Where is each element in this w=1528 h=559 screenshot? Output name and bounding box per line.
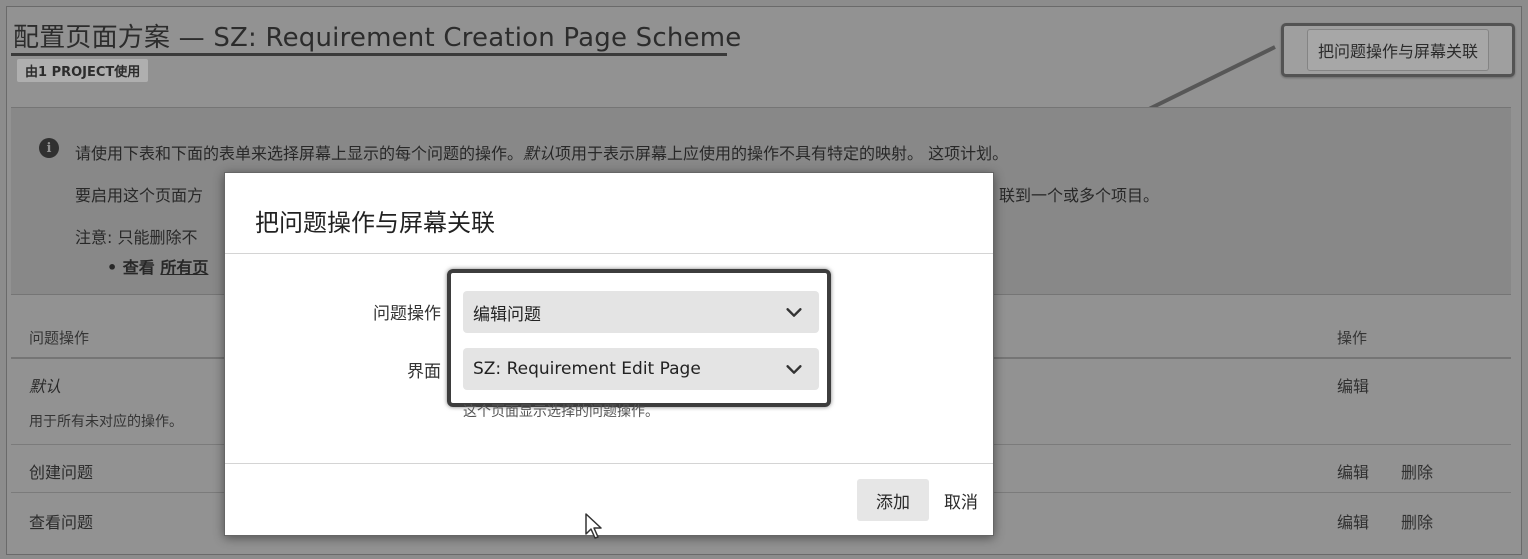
add-button[interactable]: 添加 <box>857 479 929 521</box>
dialog-title: 把问题操作与屏幕关联 <box>255 209 495 237</box>
dialog-divider <box>225 253 993 254</box>
cancel-button[interactable]: 取消 <box>939 479 983 521</box>
screen-hint: 这个页面显示选择的问题操作。 <box>463 404 659 420</box>
dialog-footer-divider <box>225 463 993 464</box>
screen-label: 界面 <box>407 362 441 382</box>
mouse-pointer-icon <box>585 513 602 539</box>
issue-operation-label: 问题操作 <box>373 304 441 324</box>
annotation-highlight-box <box>447 269 831 407</box>
associate-screen-dialog: 把问题操作与屏幕关联 问题操作 界面 编辑问题 SZ: Requirement … <box>224 172 994 536</box>
